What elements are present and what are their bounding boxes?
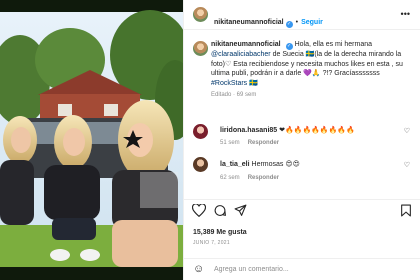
caption-text-prefix: Hola, ella es mi hermana	[294, 41, 373, 48]
post-panel: nikitaneumannoficial ✓ • Seguir ••• nikitan…	[183, 0, 420, 280]
reply-button[interactable]: Responder	[248, 140, 279, 146]
verified-badge-icon: ✓	[285, 43, 293, 50]
post-caption: nikitaneumannoficial ✓ Hola, ella es mi h…	[211, 40, 416, 101]
comment-like-heart-icon[interactable]: ♡	[404, 161, 410, 169]
add-comment-input[interactable]: Agrega un comentario...	[214, 266, 289, 273]
follow-button[interactable]: Seguir	[301, 19, 323, 26]
comment-item: liridona.hasani85 ❤🔥🔥🔥🔥🔥🔥🔥🔥	[220, 126, 355, 135]
caption-username[interactable]: nikitaneumannoficial	[211, 41, 281, 48]
separator-dot: •	[295, 19, 299, 26]
comment-item: la_tia_eli Hermosas 😍😍	[220, 160, 300, 169]
comment-time: 51 sem	[220, 140, 240, 146]
post-photo[interactable]	[0, 0, 183, 280]
caption-text-end: 🇸🇪	[249, 79, 258, 87]
share-icon[interactable]	[234, 204, 247, 220]
caption-mention-link[interactable]: @claraaliciabacher	[211, 51, 271, 58]
commenter-avatar[interactable]	[193, 157, 208, 172]
emoji-icon[interactable]: ☺	[193, 263, 204, 275]
likes-count[interactable]: 15,389 Me gusta	[193, 229, 247, 236]
reply-button[interactable]: Responder	[248, 175, 279, 181]
comment-username[interactable]: liridona.hasani85	[220, 127, 277, 134]
author-avatar[interactable]	[193, 7, 208, 22]
caption-edited-time: Editado · 69 sem	[211, 92, 257, 98]
post-header: nikitaneumannoficial ✓ • Seguir •••	[184, 0, 420, 30]
comment-username[interactable]: la_tia_eli	[220, 161, 250, 168]
commenter-avatar[interactable]	[193, 124, 208, 139]
save-bookmark-icon[interactable]	[400, 204, 412, 220]
post-photo-illustration	[0, 10, 183, 267]
post-date: JUNIO 7, 2021	[193, 240, 230, 246]
comment-like-heart-icon[interactable]: ♡	[404, 127, 410, 135]
more-options-icon[interactable]: •••	[401, 9, 410, 19]
comment-time: 62 sem	[220, 175, 240, 181]
heart-icon[interactable]	[191, 203, 207, 220]
comment-meta: 62 sem Responder	[220, 175, 279, 181]
comment-icon[interactable]	[213, 204, 227, 220]
verified-badge-icon: ✓	[285, 21, 293, 28]
caption-avatar[interactable]	[193, 41, 208, 56]
caption-hashtag-link[interactable]: #RockStars	[211, 80, 247, 87]
post-actions: 15,389 Me gusta JUNIO 7, 2021	[184, 199, 420, 249]
comment-meta: 51 sem Responder	[220, 140, 279, 146]
add-comment-bar: ☺ Agrega un comentario...	[184, 258, 420, 280]
comment-text: ❤🔥🔥🔥🔥🔥🔥🔥🔥	[279, 127, 355, 134]
comment-text: Hermosas 😍😍	[251, 161, 300, 168]
author-username[interactable]: nikitaneumannoficial	[214, 19, 284, 26]
